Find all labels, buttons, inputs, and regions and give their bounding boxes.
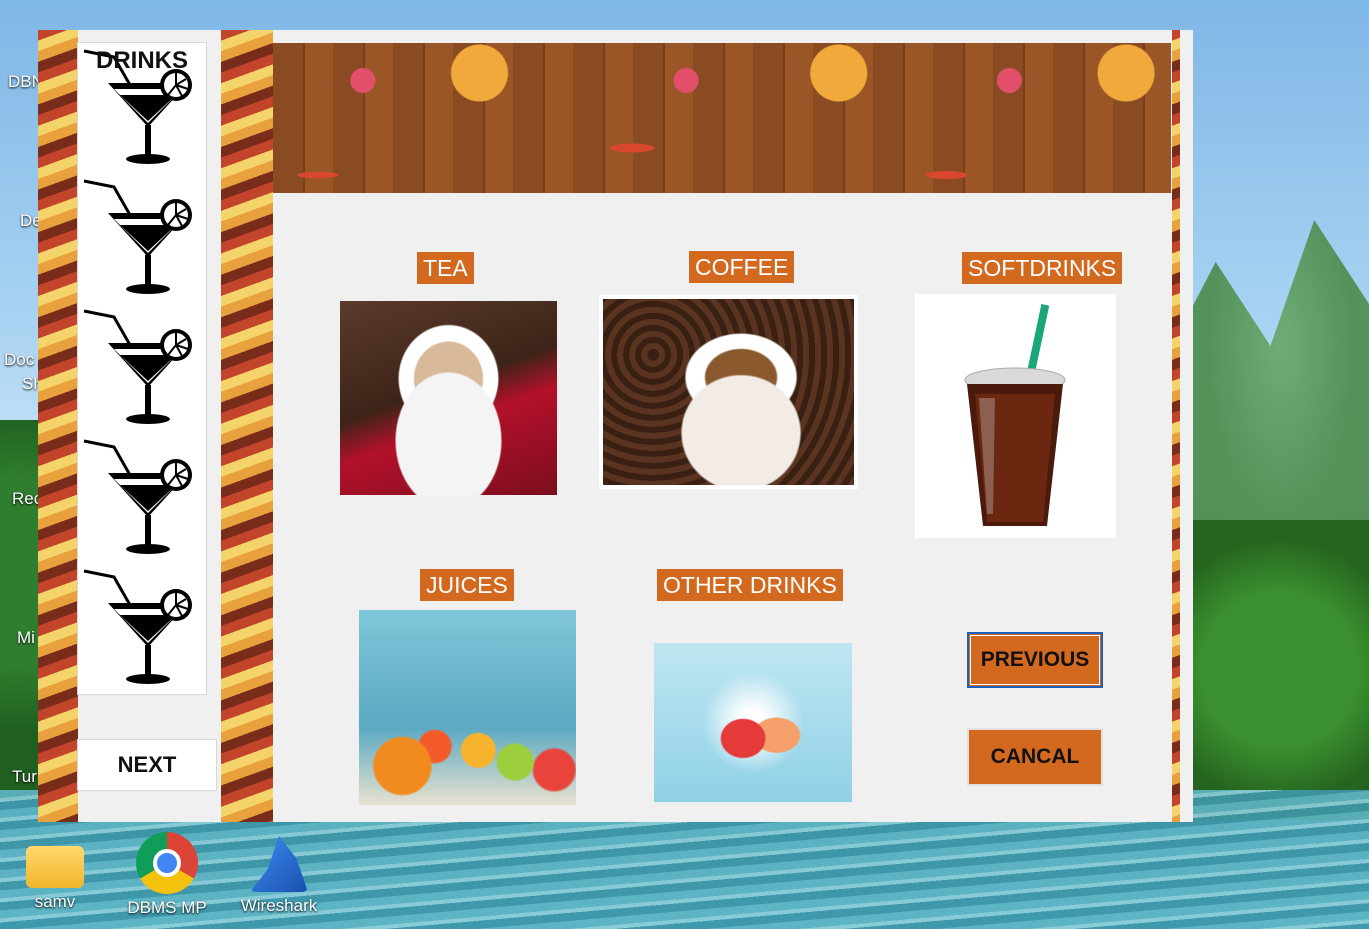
desktop-icon-label: DBMS MP	[127, 898, 207, 917]
desktop-icon-label: Wireshark	[240, 896, 318, 915]
chrome-icon	[136, 832, 198, 894]
next-button[interactable]: NEXT	[77, 739, 217, 791]
cola-cup-icon	[964, 304, 1066, 526]
sidebar-title: DRINKS	[96, 47, 189, 74]
category-label-coffee[interactable]: COFFEE	[689, 251, 795, 283]
desktop-icon-wireshark[interactable]: Wireshark	[234, 836, 324, 916]
cola-cup-image[interactable]	[915, 294, 1116, 538]
cocktail-glass-icon	[83, 439, 192, 554]
desktop-icon-label-partial[interactable]: Mi	[17, 628, 35, 648]
splash-drinks-image[interactable]	[654, 643, 852, 802]
desktop-icon-label-partial[interactable]: Tur	[12, 767, 37, 787]
desktop-icon-dbms-mp[interactable]: DBMS MP	[122, 832, 212, 918]
desktop-icon-samv[interactable]: samv	[10, 838, 100, 912]
cocktail-glass-icon	[83, 179, 192, 294]
food-banner-image	[273, 43, 1171, 193]
desktop-icon-label-partial[interactable]: Doc	[4, 350, 34, 370]
juices-fruits-image[interactable]	[359, 610, 576, 805]
category-label-other-drinks[interactable]: OTHER DRINKS	[657, 569, 843, 601]
desktop-icon-label: samv	[34, 892, 76, 911]
previous-button[interactable]: PREVIOUS	[967, 632, 1103, 688]
latte-cup-image[interactable]	[599, 295, 858, 489]
drinks-menu-window: DRINKS NEXT TEA COFFEE SOFTDRINKS JUICES…	[38, 30, 1193, 822]
cocktail-glass-icon	[83, 569, 192, 684]
decorative-food-pattern	[38, 30, 78, 822]
wireshark-icon	[250, 836, 308, 892]
decorative-food-pattern	[1172, 30, 1180, 822]
category-label-juices[interactable]: JUICES	[420, 569, 514, 601]
folder-icon	[26, 846, 84, 888]
drinks-sidebar: DRINKS	[77, 42, 207, 695]
category-label-tea[interactable]: TEA	[417, 252, 474, 284]
desktop-wallpaper-trees	[1190, 520, 1369, 820]
category-label-softdrinks[interactable]: SOFTDRINKS	[962, 252, 1123, 284]
decorative-food-pattern	[221, 30, 273, 822]
cocktail-glass-icon	[83, 309, 192, 424]
tea-cup-image[interactable]	[340, 301, 557, 495]
cancel-button[interactable]: CANCAL	[967, 728, 1103, 786]
